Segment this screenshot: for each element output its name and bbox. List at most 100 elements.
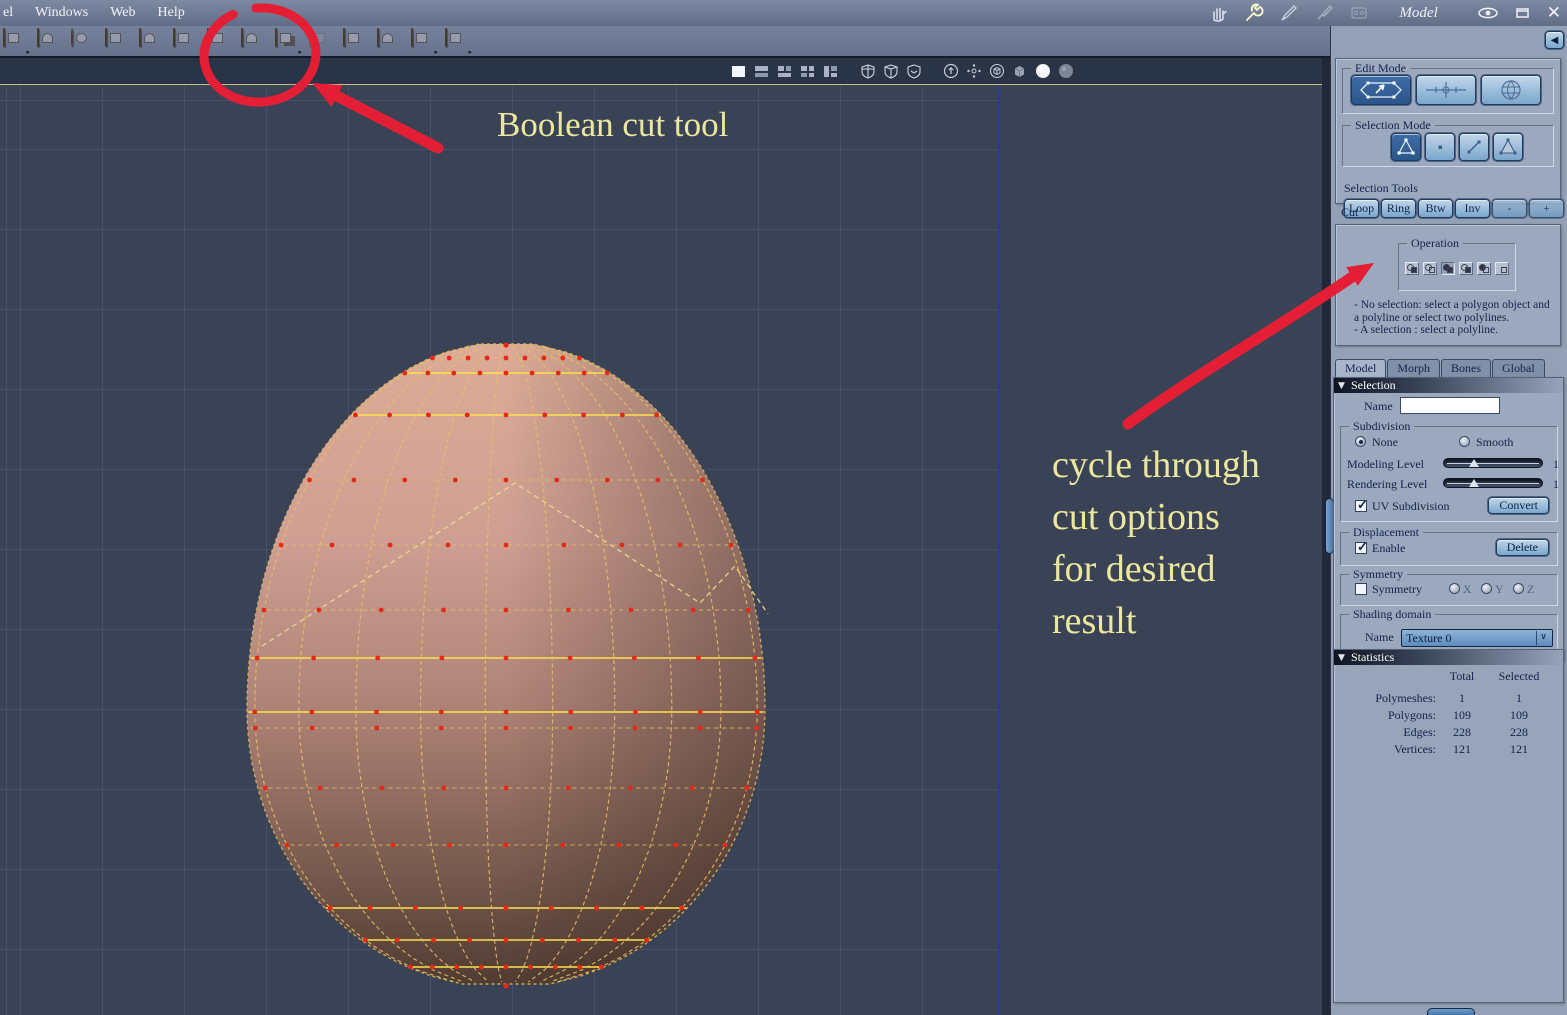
op-split-icon[interactable]	[1495, 262, 1509, 275]
shrink-selection-button[interactable]: -	[1492, 199, 1527, 218]
symmetry-x-radio[interactable]	[1449, 583, 1460, 594]
op-outline-icon[interactable]	[1423, 262, 1437, 275]
orient-up-icon[interactable]	[942, 63, 959, 79]
stats-col-selected: Selected	[1498, 669, 1540, 683]
op-union-icon[interactable]	[1477, 262, 1491, 275]
texture-dropdown[interactable]: Texture 0 ∨	[1401, 629, 1553, 647]
tab-bones[interactable]: Bones	[1441, 359, 1492, 377]
modeling-wrench-icon[interactable]	[1243, 2, 1265, 24]
menu-item-windows[interactable]: Windows	[35, 5, 88, 21]
deform-tool-icon[interactable]	[343, 28, 368, 54]
eye-visibility-icon[interactable]	[1477, 2, 1499, 24]
statistics-header-row: Total Selected	[1344, 668, 1554, 685]
between-button[interactable]: Btw	[1418, 199, 1453, 218]
subdivision-none-radio[interactable]	[1355, 436, 1366, 447]
sweep-tool-icon[interactable]	[207, 28, 232, 54]
stats-col-total: Total	[1449, 669, 1475, 683]
selection-properties-section: ▼ Selection Name Subdivision None Smooth…	[1333, 377, 1564, 661]
select-edge-button[interactable]	[1459, 133, 1489, 161]
subdivision-group: Subdivision None Smooth Modeling Level 1…	[1340, 419, 1559, 522]
render-sphere-dark-icon[interactable]	[1057, 64, 1074, 79]
twist-tool-icon[interactable]: ▸	[445, 28, 472, 56]
stack-tool-icon[interactable]: ▸	[411, 28, 438, 56]
edit-mode-uv-button[interactable]	[1481, 75, 1541, 105]
viewport-3d[interactable]: Boolean cut tool cycle through cut optio…	[0, 58, 1322, 1015]
tab-model[interactable]: Model	[1335, 359, 1387, 377]
layout-single-view-icon[interactable]	[730, 64, 747, 79]
select-point-button[interactable]	[1425, 133, 1455, 161]
panel-bottom-handle[interactable]	[1427, 1008, 1475, 1015]
selection-header[interactable]: ▼ Selection	[1334, 378, 1563, 393]
titlebar-right-cluster: Model ✕	[1208, 0, 1561, 26]
orient-cube-icon[interactable]	[988, 63, 1005, 79]
displacement-enable-checkbox[interactable]	[1355, 539, 1368, 555]
modeling-level-label: Modeling Level	[1347, 457, 1424, 471]
statistics-table: Total Selected Polymeshes: 1 1 Polygons:…	[1344, 668, 1554, 758]
boolean-cut-tool-icon[interactable]: ▸	[275, 28, 302, 56]
rendering-level-value: 1	[1553, 477, 1559, 491]
select-vertex-button[interactable]	[1391, 133, 1421, 161]
shading-name-label: Name	[1365, 630, 1394, 644]
modeling-level-slider[interactable]	[1443, 458, 1543, 468]
panel-collapse-button[interactable]: ◀	[1545, 31, 1564, 49]
tab-morph[interactable]: Morph	[1387, 359, 1441, 377]
symmetry-checkbox[interactable]	[1355, 583, 1367, 595]
delete-button[interactable]: Delete	[1495, 539, 1549, 556]
menu-item-web[interactable]: Web	[110, 5, 135, 21]
shading-wireframe-icon[interactable]	[859, 63, 876, 79]
render-cube-icon[interactable]	[1011, 64, 1028, 79]
edit-mode-legend: Edit Mode	[1351, 61, 1410, 76]
mode-section: Edit Mode Selection Mode Selection Tools…	[1335, 58, 1564, 218]
render-sphere-light-icon[interactable]	[1034, 64, 1051, 79]
brush-mode-icon[interactable]	[1313, 2, 1335, 24]
inactive-cut-tool-icon[interactable]	[309, 28, 334, 54]
collapse-triangle-icon: ▼	[1338, 381, 1345, 391]
film-mode-icon[interactable]	[1348, 2, 1370, 24]
edit-mode-soft-button[interactable]	[1416, 75, 1476, 105]
statistics-header[interactable]: ▼ Statistics	[1334, 650, 1563, 665]
layout-split-view-icon[interactable]	[822, 64, 839, 79]
edit-mode-vertex-button[interactable]	[1351, 75, 1411, 105]
extrude-tool-icon[interactable]	[241, 28, 266, 54]
op-intersect-icon[interactable]	[1459, 262, 1473, 275]
delete-face-tool-icon[interactable]	[173, 28, 198, 54]
table-row: Vertices: 121 121	[1394, 742, 1528, 756]
layout-two-rows-icon[interactable]	[753, 64, 770, 79]
layout-three-view-icon[interactable]	[776, 64, 793, 79]
orient-rotate-icon[interactable]	[965, 64, 982, 79]
invert-button[interactable]: Inv	[1455, 199, 1490, 218]
restore-window-icon[interactable]	[1512, 2, 1534, 24]
hand-pan-icon[interactable]	[1208, 2, 1230, 24]
grow-selection-button[interactable]: +	[1529, 199, 1564, 218]
name-label: Name	[1364, 399, 1393, 413]
select-face-button[interactable]	[1493, 133, 1523, 161]
rect-select-tool-icon[interactable]: ▸	[3, 28, 30, 56]
op-subtract-icon[interactable]	[1441, 262, 1455, 275]
uv-subdivision-checkbox[interactable]	[1355, 497, 1368, 513]
convert-button[interactable]: Convert	[1488, 497, 1549, 514]
bend-tool-icon[interactable]	[377, 28, 402, 54]
table-row: Edges: 228 228	[1403, 725, 1528, 739]
rendering-level-slider[interactable]	[1443, 478, 1543, 488]
goblet-tool-icon[interactable]	[139, 28, 164, 54]
tab-global[interactable]: Global	[1492, 359, 1545, 377]
symmetry-z-label: Z	[1527, 582, 1535, 596]
symmetry-legend: Symmetry	[1349, 567, 1407, 582]
close-window-icon[interactable]: ✕	[1547, 3, 1561, 23]
curve-extrude-tool-icon[interactable]	[105, 28, 130, 54]
pen-mode-icon[interactable]	[1278, 2, 1300, 24]
sphere-tool-icon[interactable]	[37, 28, 62, 54]
layout-quad-view-icon[interactable]	[799, 64, 816, 79]
symmetry-z-radio[interactable]	[1513, 583, 1524, 594]
op-cut-both-icon[interactable]	[1405, 262, 1419, 275]
shading-flat-icon[interactable]	[882, 63, 899, 79]
subdivision-legend: Subdivision	[1349, 419, 1415, 434]
selection-name-input[interactable]	[1400, 397, 1500, 414]
menu-item-help[interactable]: Help	[158, 5, 185, 21]
lathe-tool-icon[interactable]	[71, 28, 96, 54]
symmetry-y-radio[interactable]	[1481, 583, 1492, 594]
subdivision-smooth-radio[interactable]	[1459, 436, 1470, 447]
menu-item-el[interactable]: el	[3, 5, 13, 21]
shading-smooth-icon[interactable]	[905, 63, 922, 79]
ring-button[interactable]: Ring	[1381, 199, 1416, 218]
